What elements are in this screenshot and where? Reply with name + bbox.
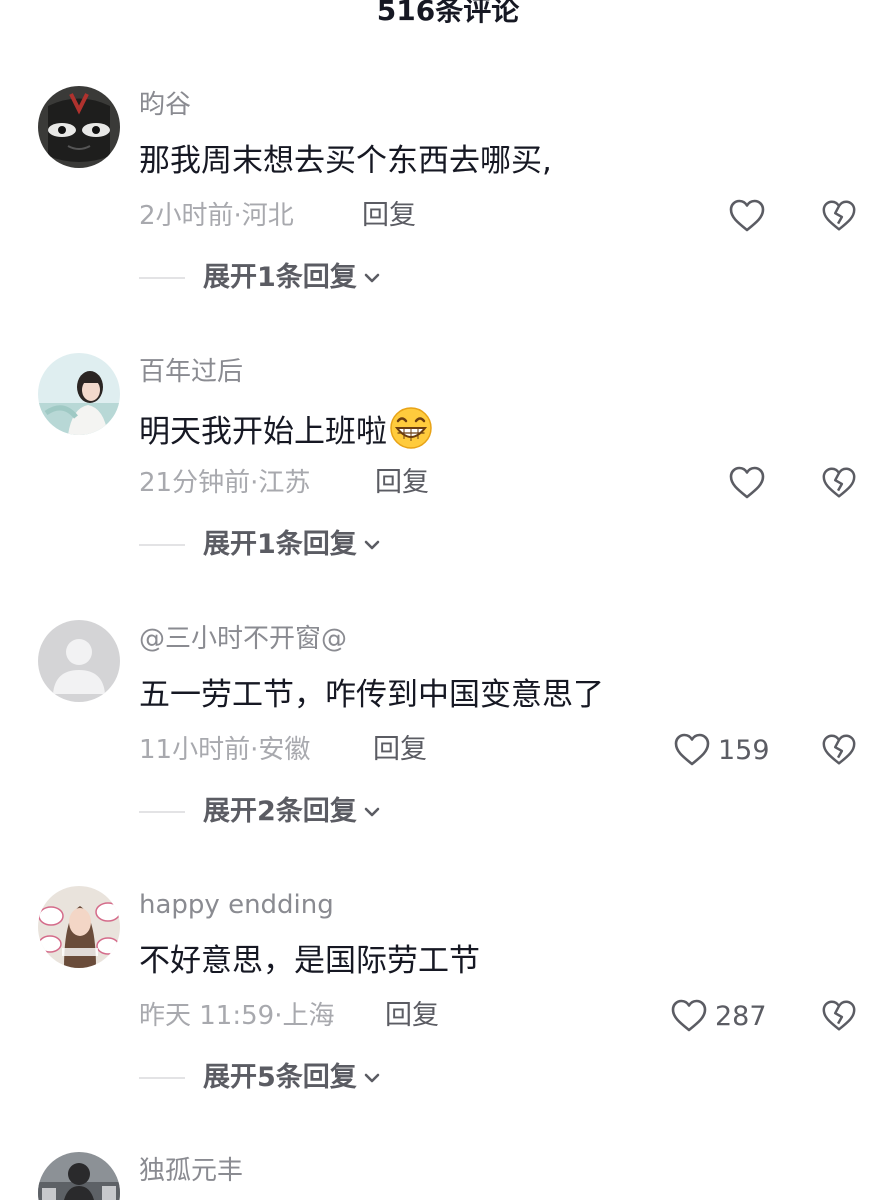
username[interactable]: 百年过后	[139, 355, 243, 389]
expand-replies-label: 展开2条回复	[203, 796, 357, 827]
avatar[interactable]	[38, 353, 120, 435]
username[interactable]: 独孤元丰	[139, 1154, 243, 1188]
comment-meta: 11小时前·安徽	[139, 735, 311, 765]
heart-icon	[674, 733, 710, 766]
comment-item: 百年过后 明天我开始上班啦 21分钟前·江苏 回复 展开1条回复	[0, 353, 896, 619]
avatar[interactable]	[38, 86, 120, 168]
reply-button[interactable]: 回复	[385, 998, 439, 1034]
expand-replies-button[interactable]: 展开5条回复	[139, 1060, 381, 1096]
like-count: 159	[718, 734, 770, 766]
comment-meta: 2小时前·河北	[139, 201, 294, 231]
photo-collage-avatar-icon	[38, 886, 120, 968]
avatar[interactable]	[38, 886, 120, 968]
divider	[139, 544, 185, 546]
dislike-button[interactable]	[820, 728, 860, 772]
chevron-down-icon	[364, 807, 380, 817]
masked-face-avatar-icon	[38, 86, 120, 168]
avatar[interactable]	[38, 1152, 120, 1200]
heart-icon	[729, 466, 765, 499]
like-button[interactable]: 159	[672, 728, 770, 772]
like-count: 287	[715, 1000, 767, 1032]
username[interactable]: 昀谷	[139, 88, 191, 122]
comment-text: 那我周末想去买个东西去哪买,	[139, 143, 552, 179]
expand-replies-button[interactable]: 展开1条回复	[139, 260, 381, 296]
divider	[139, 811, 185, 813]
dislike-button[interactable]	[820, 461, 860, 505]
like-button[interactable]	[727, 194, 773, 238]
expand-replies-label: 展开1条回复	[203, 529, 357, 560]
chevron-down-icon	[364, 273, 380, 283]
comment-item: 昀谷 那我周末想去买个东西去哪买, 2小时前·河北 回复 展开1条回复	[0, 86, 896, 352]
heart-icon	[671, 999, 707, 1032]
like-button[interactable]	[727, 461, 773, 505]
username[interactable]: @三小时不开窗@	[139, 622, 347, 656]
comment-text: 明天我开始上班啦	[139, 406, 433, 454]
chevron-down-icon	[364, 540, 380, 550]
expand-replies-label: 展开1条回复	[203, 262, 357, 293]
heart-icon	[729, 199, 765, 232]
grinning-face-emoji-icon	[390, 407, 432, 449]
comment-text: 五一劳工节，咋传到中国变意思了	[139, 677, 604, 713]
reply-button[interactable]: 回复	[362, 198, 416, 234]
avatar[interactable]	[38, 620, 120, 702]
girl-portrait-avatar-icon	[38, 353, 120, 435]
broken-heart-icon	[822, 1000, 856, 1031]
dislike-button[interactable]	[820, 194, 860, 238]
broken-heart-icon	[822, 734, 856, 765]
like-button[interactable]: 287	[669, 994, 767, 1038]
comment-text: 不好意思，是国际劳工节	[139, 943, 480, 979]
expand-replies-button[interactable]: 展开1条回复	[139, 527, 381, 563]
reply-button[interactable]: 回复	[373, 732, 427, 768]
comment-meta: 昨天 11:59·上海	[139, 1001, 335, 1031]
comment-text-content: 明天我开始上班啦	[139, 414, 387, 450]
divider	[139, 1077, 185, 1079]
broken-heart-icon	[822, 467, 856, 498]
username[interactable]: happy endding	[139, 888, 334, 922]
expand-replies-label: 展开5条回复	[203, 1062, 357, 1093]
comment-item: @三小时不开窗@ 五一劳工节，咋传到中国变意思了 11小时前·安徽 回复 159…	[0, 620, 896, 886]
comment-item: 独孤元丰	[0, 1152, 896, 1200]
photo-avatar-icon	[38, 1152, 120, 1200]
comments-header: 516条评论	[376, 0, 520, 27]
dislike-button[interactable]	[820, 994, 860, 1038]
reply-button[interactable]: 回复	[375, 465, 429, 501]
divider	[139, 277, 185, 279]
chevron-down-icon	[364, 1073, 380, 1083]
comment-item: happy endding 不好意思，是国际劳工节 昨天 11:59·上海 回复…	[0, 886, 896, 1152]
broken-heart-icon	[822, 200, 856, 231]
comment-meta: 21分钟前·江苏	[139, 468, 311, 498]
expand-replies-button[interactable]: 展开2条回复	[139, 794, 381, 830]
default-user-avatar-icon	[38, 620, 120, 702]
